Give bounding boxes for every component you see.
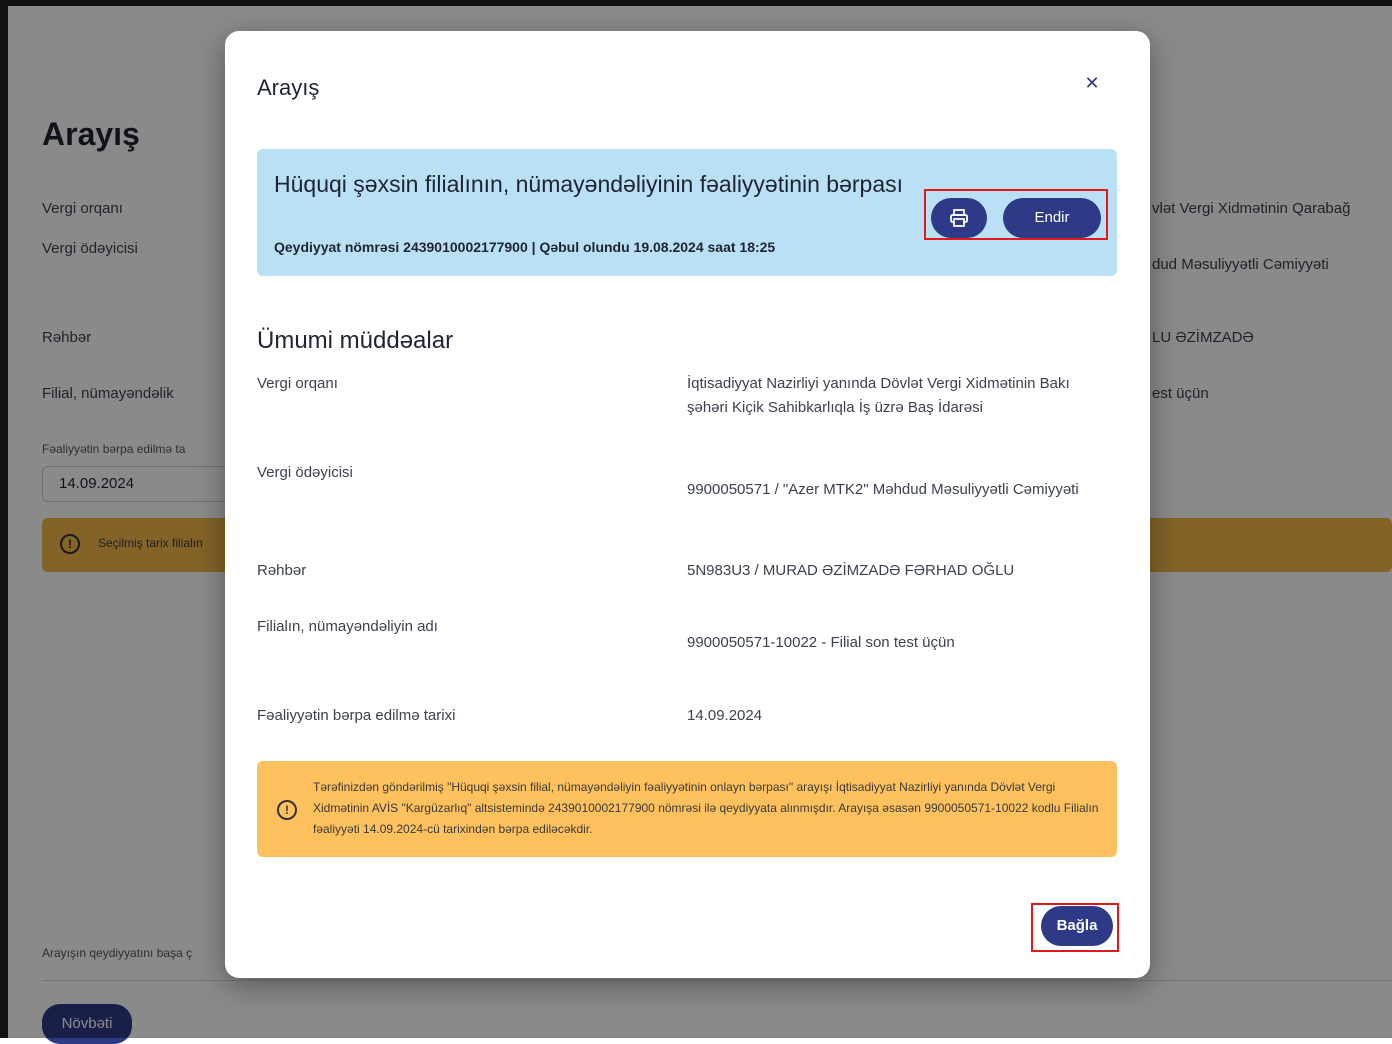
note-text: Tərəfinizdən göndərilmiş "Hüquqi şəxsin … [313, 780, 1099, 836]
value-restore-date: 14.09.2024 [687, 707, 763, 724]
close-button[interactable]: Bağla [1041, 906, 1113, 946]
banner-heading: Hüquqi şəxsin filialının, nümayəndəliyin… [274, 171, 904, 197]
printer-icon [950, 209, 968, 227]
value-taxpayer: 9900050571 / "Azer MTK2" Məhdud Məsuliyy… [687, 481, 1079, 498]
download-button[interactable]: Endir [1003, 198, 1101, 238]
label-director: Rəhbər [257, 562, 307, 579]
label-branch-name: Filialın, nümayəndəliyin adı [257, 618, 438, 635]
value-director: 5N983U3 / MURAD ƏZİMZADƏ FƏRHAD OĞLU [687, 562, 1015, 579]
close-icon[interactable]: ✕ [1080, 71, 1104, 95]
section-title: Ümumi müddəalar [257, 327, 454, 354]
label-taxpayer: Vergi ödəyicisi [257, 464, 353, 481]
modal-title: Arayış [257, 75, 320, 100]
value-branch-name: 9900050571-10022 - Filial son test üçün [687, 634, 955, 651]
print-button[interactable] [931, 198, 987, 238]
label-restore-date: Fəaliyyətin bərpa edilmə tarixi [257, 707, 456, 724]
info-icon: ! [277, 800, 297, 820]
certificate-modal: Arayış ✕ Hüquqi şəxsin filialının, nümay… [225, 31, 1150, 978]
value-tax-office: İqtisadiyyat Nazirliyi yanında Dövlət Ve… [687, 375, 1070, 416]
info-note: ! Tərəfinizdən göndərilmiş "Hüquqi şəxsi… [257, 761, 1117, 857]
registration-info: Qeydiyyat nömrəsi 2439010002177900 | Qəb… [274, 239, 776, 255]
label-tax-office: Vergi orqanı [257, 375, 338, 392]
